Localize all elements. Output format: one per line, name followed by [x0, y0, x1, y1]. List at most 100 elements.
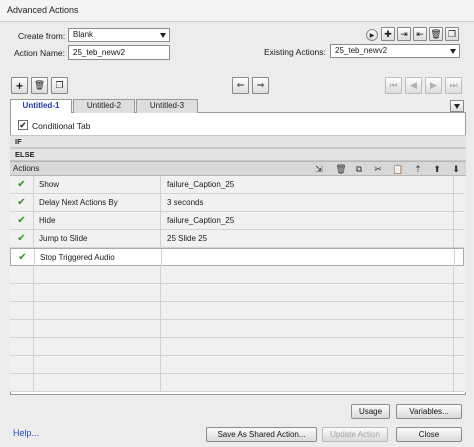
target-cell[interactable]	[161, 320, 454, 337]
table-row[interactable]: ✔ Jump to Slide 25 Slide 25	[10, 230, 464, 248]
table-row[interactable]	[10, 338, 464, 356]
table-row[interactable]: ✔ Hide failure_Caption_25	[10, 212, 464, 230]
row-status-cell	[10, 320, 34, 337]
import-button[interactable]: ⇥	[397, 27, 411, 41]
create-new-button[interactable]: ✚	[381, 27, 395, 41]
action-cell[interactable]: Show	[34, 176, 161, 193]
valid-check-icon: ✔	[17, 215, 26, 226]
target-cell[interactable]: 25 Slide 25	[161, 230, 454, 247]
target-cell[interactable]	[161, 356, 454, 373]
target-cell[interactable]	[161, 338, 454, 355]
table-row[interactable]	[10, 302, 464, 320]
valid-check-icon: ✔	[17, 197, 26, 208]
window-title: Advanced Actions	[7, 5, 79, 15]
move-icon: ⇐	[236, 80, 245, 90]
valid-check-icon: ✔	[18, 252, 27, 263]
duplicate-decision-button[interactable]: ❐	[51, 77, 68, 94]
else-section-header[interactable]: ELSE	[10, 148, 466, 161]
action-cell[interactable]	[34, 284, 161, 301]
trash-icon: 🗑	[33, 80, 46, 90]
create-from-value: Blank	[73, 30, 94, 39]
target-cell[interactable]	[161, 302, 454, 319]
table-row[interactable]	[10, 284, 464, 302]
action-cell[interactable]	[34, 338, 161, 355]
plus-icon: ✚	[384, 28, 392, 39]
duplicate-action-button[interactable]: ❐	[445, 27, 459, 41]
insert-above-icon[interactable]: ⇡	[412, 163, 424, 175]
existing-actions-value: 25_teb_newv2	[335, 46, 388, 55]
chevron-down-icon	[450, 49, 456, 54]
action-cell[interactable]	[34, 320, 161, 337]
action-cell[interactable]: Stop Triggered Audio	[35, 249, 162, 266]
table-row[interactable]: ✔ Delay Next Actions By 3 seconds	[10, 194, 464, 212]
last-tab-button[interactable]: ⏭	[445, 77, 462, 94]
move-left-button[interactable]: ⇐	[232, 77, 249, 94]
row-status-cell: ✔	[10, 194, 34, 211]
conditional-tab-row: ✔ Conditional Tab	[10, 117, 466, 133]
action-cell[interactable]	[34, 266, 161, 283]
plus-icon: +	[15, 78, 23, 93]
create-from-dropdown[interactable]: Blank	[68, 28, 170, 42]
table-row[interactable]: ✔ Stop Triggered Audio	[10, 248, 464, 266]
move-down-icon[interactable]: ⬇	[450, 163, 462, 175]
conditional-tab-checkbox[interactable]: ✔	[18, 120, 28, 130]
tab-untitled-2[interactable]: Untitled-2	[73, 99, 135, 113]
action-cell[interactable]: Hide	[34, 212, 161, 229]
add-decision-button[interactable]: +	[11, 77, 28, 94]
row-status-cell	[10, 356, 34, 373]
tab-untitled-1[interactable]: Untitled-1	[10, 99, 72, 114]
action-cell[interactable]: Jump to Slide	[34, 230, 161, 247]
target-cell[interactable]	[161, 284, 454, 301]
usage-button[interactable]: Usage	[351, 404, 390, 419]
save-as-shared-action-button[interactable]: Save As Shared Action...	[206, 427, 317, 442]
import-icon: ⇥	[400, 28, 408, 39]
table-row[interactable]	[10, 266, 464, 284]
action-cell[interactable]	[34, 302, 161, 319]
preview-button[interactable]: ▶	[366, 29, 378, 41]
row-status-cell	[10, 374, 34, 391]
last-icon: ⏭	[449, 80, 458, 90]
remove-decision-button[interactable]: 🗑	[31, 77, 48, 94]
target-cell[interactable]	[162, 249, 455, 266]
play-icon: ▶	[369, 32, 375, 39]
existing-actions-dropdown[interactable]: 25_teb_newv2	[330, 44, 460, 58]
variables-button[interactable]: Variables...	[396, 404, 462, 419]
table-row[interactable]	[10, 356, 464, 374]
previous-tab-button[interactable]: ◀	[405, 77, 422, 94]
insert-row-icon[interactable]: ⇲	[313, 163, 325, 175]
create-from-label: Create from:	[18, 31, 66, 41]
title-bar: Advanced Actions	[0, 0, 474, 22]
tab-untitled-3[interactable]: Untitled-3	[136, 99, 198, 113]
first-tab-button[interactable]: ⏮	[385, 77, 402, 94]
help-link[interactable]: Help...	[13, 428, 39, 438]
table-row[interactable]: ✔ Show failure_Caption_25	[10, 176, 464, 194]
action-cell[interactable]	[34, 374, 161, 391]
chevron-down-icon	[454, 103, 460, 109]
action-name-input[interactable]: 25_teb_newv2	[68, 45, 170, 60]
copy-icon[interactable]: ⧉	[353, 163, 365, 175]
target-cell[interactable]	[161, 374, 454, 391]
if-section-header[interactable]: IF	[10, 135, 466, 148]
duplicate-icon: ❐	[447, 28, 457, 39]
cut-icon[interactable]: ✂	[372, 163, 384, 175]
delete-action-button[interactable]: 🗑	[429, 27, 443, 41]
next-tab-button[interactable]: ▶	[425, 77, 442, 94]
trash-icon[interactable]: 🗑	[335, 163, 347, 175]
row-status-cell	[10, 284, 34, 301]
target-cell[interactable]: failure_Caption_25	[161, 212, 454, 229]
move-up-icon[interactable]: ⬆	[431, 163, 443, 175]
close-button[interactable]: Close	[396, 427, 462, 442]
table-row[interactable]	[10, 320, 464, 338]
move-right-button[interactable]: ⇒	[252, 77, 269, 94]
table-row[interactable]	[10, 374, 464, 392]
paste-icon[interactable]: 📋	[392, 163, 404, 175]
export-button[interactable]: ⇤	[413, 27, 427, 41]
update-action-button[interactable]: Update Action	[322, 427, 388, 442]
row-status-cell	[10, 302, 34, 319]
action-cell[interactable]	[34, 356, 161, 373]
target-cell[interactable]: failure_Caption_25	[161, 176, 454, 193]
target-cell[interactable]	[161, 266, 454, 283]
tab-list-dropdown[interactable]	[450, 100, 464, 112]
target-cell[interactable]: 3 seconds	[161, 194, 454, 211]
action-cell[interactable]: Delay Next Actions By	[34, 194, 161, 211]
